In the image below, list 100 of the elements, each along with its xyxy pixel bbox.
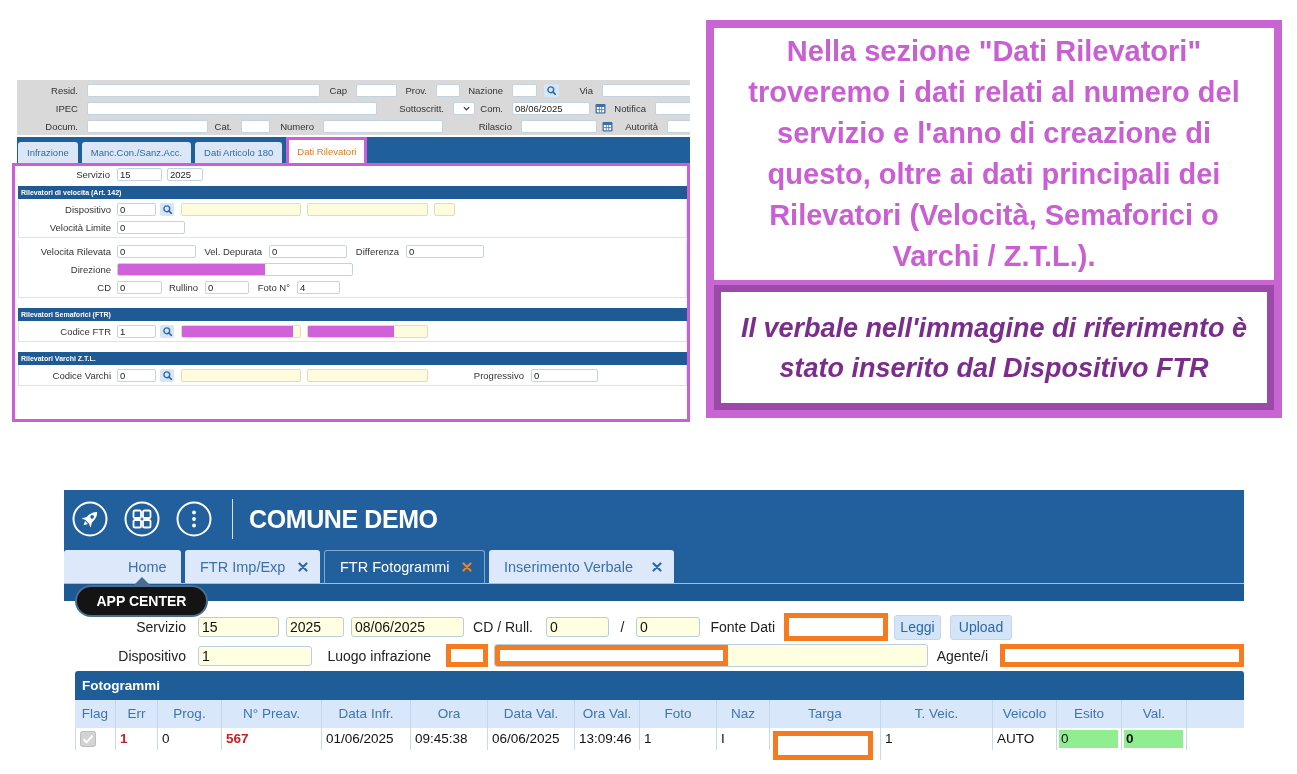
field-label: Dispositivo [117,647,187,664]
text-field[interactable] [323,120,443,133]
table-cell: 13:09:46 [575,728,640,750]
search-icon [162,205,172,214]
tab[interactable]: Infrazione [18,142,78,163]
field-label: Progressivo [472,369,525,382]
close-icon[interactable] [298,561,308,572]
text-field[interactable] [117,263,353,276]
table-cell: 567 [222,728,322,750]
calendar-icon[interactable] [595,103,606,114]
search-button[interactable] [160,369,174,382]
text-field[interactable]: 15 [198,617,279,637]
field-label: Vel. Depurata [203,245,263,258]
text-field[interactable]: 4 [297,281,340,294]
tab[interactable]: FTR Imp/Exp [185,550,320,583]
text-field[interactable] [87,120,208,133]
field-label: Nazione [467,84,504,97]
text-field[interactable]: 0 [117,281,162,294]
chevron-icon [463,106,470,111]
text-field[interactable] [784,613,888,641]
search-button[interactable] [160,203,174,216]
text-field[interactable]: 0 [117,245,196,258]
text-field[interactable]: 0 [117,221,185,234]
close-icon[interactable] [462,562,472,572]
field-label: Velocità Limite [48,221,112,234]
text-field[interactable]: 1 [198,645,312,666]
close-icon[interactable] [652,561,662,572]
field-label: Docum. [44,120,79,133]
field-label: Codice FTR [59,325,112,338]
table-cell: 09:45:38 [411,728,488,750]
table-cell: 01/06/2025 [322,728,411,750]
column-header: Veicolo [993,700,1057,728]
field-label: Numero [279,120,315,133]
field-label: Foto N° [256,281,291,294]
text-field[interactable] [521,120,597,133]
text-field[interactable]: 0 [205,281,249,294]
tab[interactable]: Manc.Con./Sanz.Acc. [81,142,192,163]
column-header: Targa [770,700,881,728]
column-header: Flag [75,700,116,728]
text-field[interactable]: 0 [117,203,156,216]
field-label: / [619,619,626,635]
field-label: Agente/i [935,647,989,664]
table-cell: 1 [881,728,993,750]
text-field[interactable] [241,120,270,133]
search-button[interactable] [160,325,174,338]
text-field[interactable]: 2025 [286,617,344,637]
text-field[interactable]: 0 [636,617,700,637]
field-label: Dispositivo [64,203,112,216]
text-field[interactable]: 0 [117,369,156,382]
field-label: Prov. [404,84,428,97]
field-label: Codice Varchi [51,369,112,382]
rocket-icon[interactable] [72,501,108,537]
text-field[interactable] [602,84,690,97]
column-header: Ora [411,700,488,728]
tab[interactable]: Dati Articolo 180 [195,142,283,163]
text-field[interactable] [1000,644,1244,667]
tab[interactable]: Inserimento Verbale [489,550,674,583]
text-field[interactable]: 15 [117,168,162,181]
text-field[interactable]: 0 [546,617,609,637]
text-field[interactable]: 2025 [167,168,203,181]
field-label: Fonte Dati [709,619,776,635]
text-field[interactable] [494,644,928,667]
text-field[interactable]: 08/06/2025 [512,102,590,115]
text-field[interactable] [87,84,320,97]
text-field[interactable]: 0 [406,245,484,258]
column-header: Val. [1122,700,1187,728]
text-field[interactable] [87,102,377,115]
field-label: Com. [479,102,504,115]
table-cell: AUTO [993,728,1057,750]
calendar-icon[interactable] [602,121,613,132]
search-button[interactable] [544,84,559,97]
kebab-menu-icon[interactable] [176,501,212,537]
field-label: CD [96,281,112,294]
table-cell: 0 [1057,728,1122,750]
field-label: Via [578,84,594,97]
text-field[interactable] [436,84,460,97]
text-field[interactable] [446,644,488,667]
field-label: Velocita Rilevata [39,245,112,258]
grid-icon[interactable] [124,501,160,537]
upload-button[interactable]: Upload [950,614,1012,640]
text-field[interactable]: 08/06/2025 [351,617,464,637]
table-cell: 0 [1122,728,1187,750]
text-field[interactable]: 0 [269,245,347,258]
field-label: Servizio [135,619,187,635]
tab[interactable]: FTR Fotogrammi [324,550,485,583]
text-field[interactable]: 1 [117,325,156,338]
column-header: Naz [717,700,770,728]
text-field[interactable]: 0 [531,369,598,382]
field-label: Direzione [69,263,112,276]
column-header: Ora Val. [575,700,640,728]
dropdown-select[interactable] [453,102,475,115]
field-label: Autorità [624,120,659,133]
column-header: N° Preav. [222,700,322,728]
field-label: Resid. [50,84,79,97]
text-field[interactable] [512,84,537,97]
table-cell: 1 [116,728,158,750]
search-icon [162,371,172,380]
tab[interactable]: Home [64,550,181,583]
read-button[interactable]: Leggi [894,614,941,640]
text-field[interactable] [356,84,397,97]
